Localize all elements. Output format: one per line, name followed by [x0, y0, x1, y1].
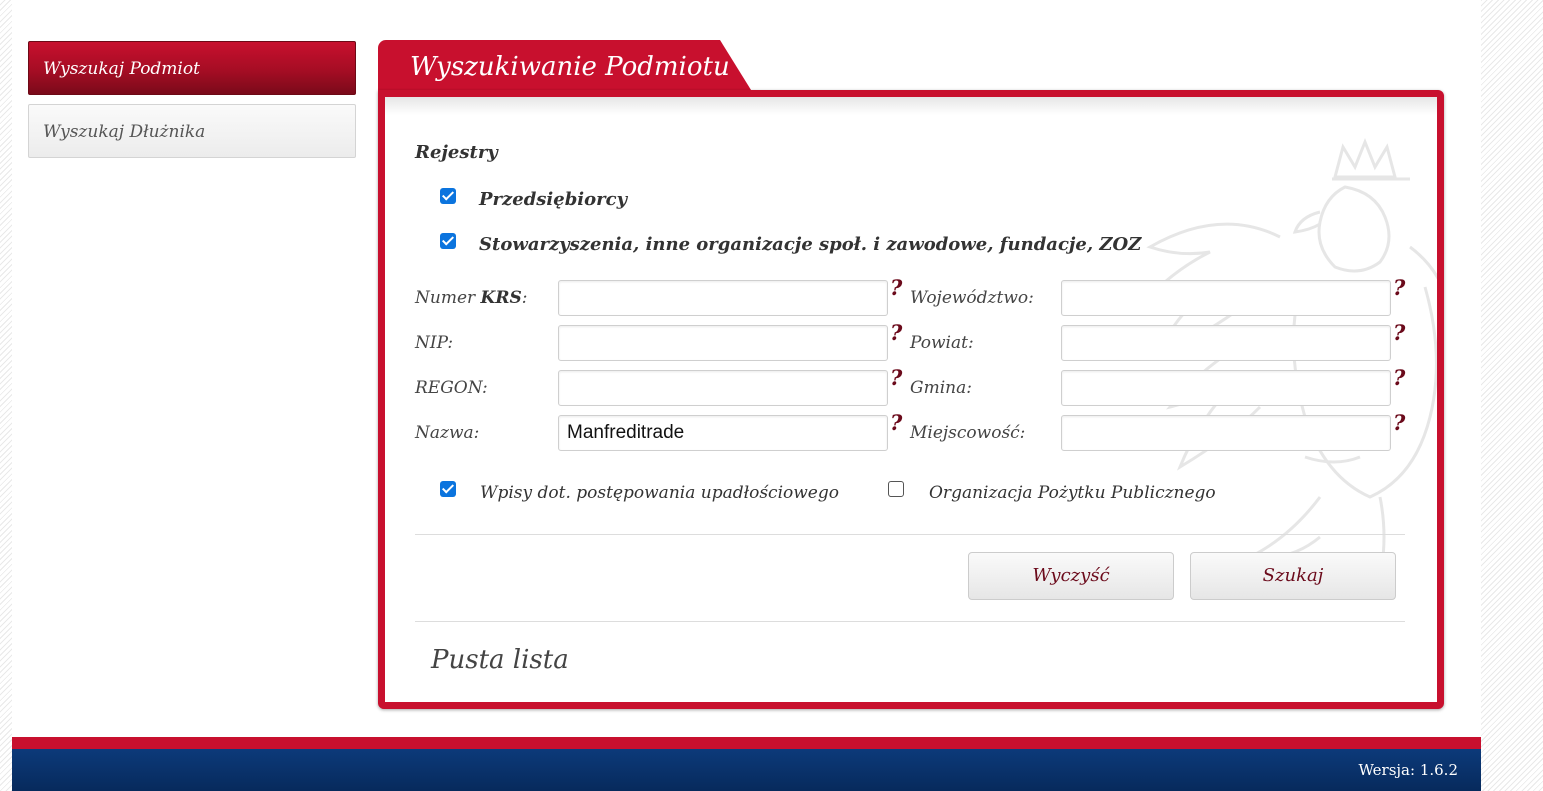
divider: [415, 621, 1405, 622]
gmina-input[interactable]: [1061, 370, 1391, 406]
field-label-text: :: [521, 288, 528, 308]
field-label-miejscowosc: Miejscowość:: [910, 423, 1026, 443]
clear-button[interactable]: Wyczyść: [968, 552, 1174, 600]
field-label-regon: REGON:: [415, 378, 488, 398]
sidebar-item-label: Wyszukaj Podmiot: [43, 59, 200, 79]
help-icon[interactable]: ?: [1393, 365, 1405, 390]
panel-title: Wyszukiwanie Podmiotu: [410, 52, 730, 82]
help-icon[interactable]: ?: [890, 410, 902, 435]
field-label-krs: Numer KRS:: [415, 288, 527, 308]
checkbox-label: Przedsiębiorcy: [479, 189, 628, 210]
checkbox-stowarzyszenia[interactable]: [440, 233, 456, 249]
regon-input[interactable]: [558, 370, 888, 406]
checkbox-przedsiebiorcy[interactable]: [440, 188, 456, 204]
search-panel: Rejestry Przedsiębiorcy Stowarzyszenia, …: [378, 90, 1444, 709]
footer-red-stripe: [12, 737, 1481, 749]
registers-title: Rejestry: [415, 142, 498, 163]
nip-input[interactable]: [558, 325, 888, 361]
sidebar-item-wyszukaj-podmiot[interactable]: Wyszukaj Podmiot: [28, 41, 356, 95]
krs-input[interactable]: [558, 280, 888, 316]
help-icon[interactable]: ?: [1393, 275, 1405, 300]
footer: Wersja: 1.6.2: [12, 749, 1481, 791]
field-label-nazwa: Nazwa:: [415, 423, 480, 443]
search-button[interactable]: Szukaj: [1190, 552, 1396, 600]
help-icon[interactable]: ?: [890, 275, 902, 300]
nazwa-input[interactable]: Manfreditrade: [558, 415, 888, 451]
powiat-input[interactable]: [1061, 325, 1391, 361]
field-label-gmina: Gmina:: [910, 378, 972, 398]
panel-top-shade: [385, 97, 1437, 115]
help-icon[interactable]: ?: [1393, 410, 1405, 435]
field-label-bold: KRS: [480, 288, 522, 308]
help-icon[interactable]: ?: [1393, 320, 1405, 345]
sidebar-item-label: Wyszukaj Dłużnika: [43, 122, 206, 142]
divider: [415, 534, 1405, 535]
checkbox-label: Stowarzyszenia, inne organizacje społ. i…: [479, 234, 1142, 255]
checkbox-opp[interactable]: [888, 481, 904, 497]
version-text: Wersja: 1.6.2: [1358, 761, 1458, 779]
checkbox-upadlosc[interactable]: [440, 481, 456, 497]
field-label-powiat: Powiat:: [910, 333, 974, 353]
wojewodztwo-input[interactable]: [1061, 280, 1391, 316]
field-label-wojewodztwo: Województwo:: [910, 288, 1034, 308]
checkbox-label: Organizacja Pożytku Publicznego: [929, 483, 1216, 503]
miejscowosc-input[interactable]: [1061, 415, 1391, 451]
sidebar-item-wyszukaj-dluznika[interactable]: Wyszukaj Dłużnika: [28, 104, 356, 158]
help-icon[interactable]: ?: [890, 365, 902, 390]
field-label-nip: NIP:: [415, 333, 454, 353]
help-icon[interactable]: ?: [890, 320, 902, 345]
results-empty-text: Pusta lista: [431, 645, 569, 675]
checkbox-label: Wpisy dot. postępowania upadłościowego: [480, 483, 839, 503]
field-label-text: Numer: [415, 288, 481, 308]
